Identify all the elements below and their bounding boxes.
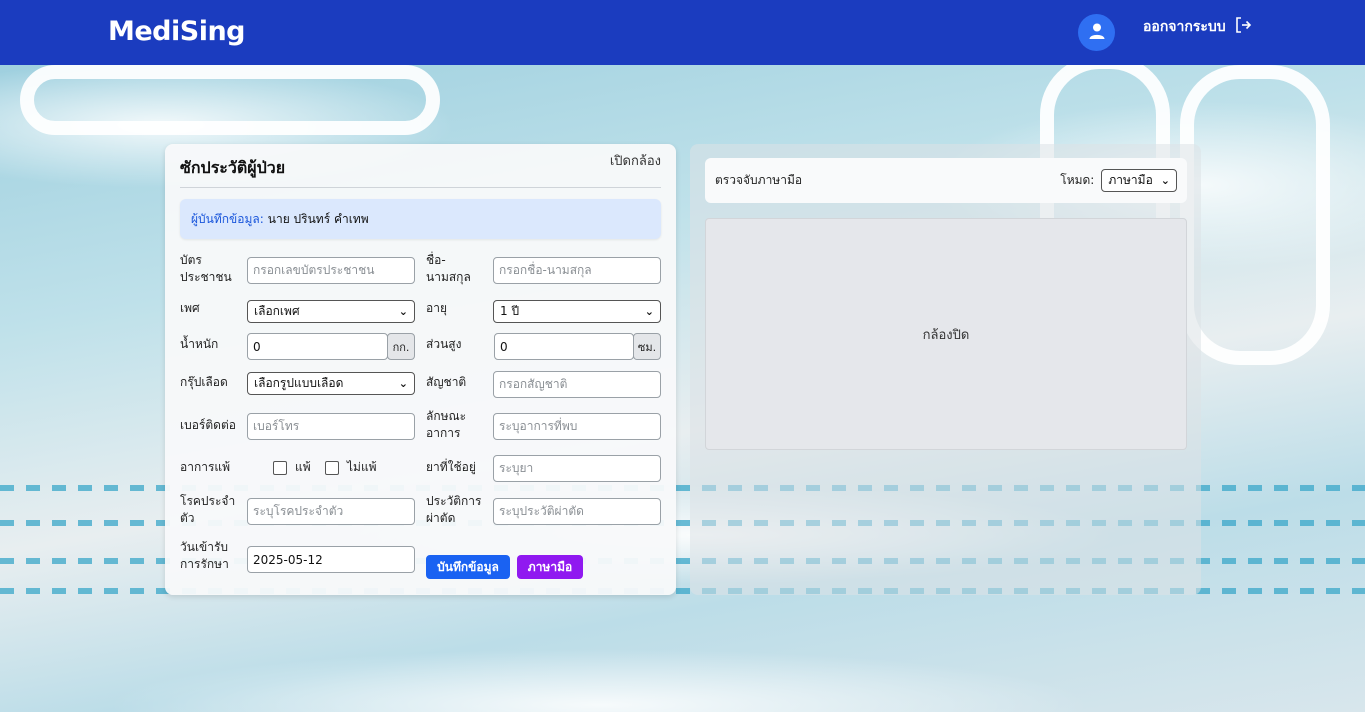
nationality-label: สัญชาติ [426, 375, 467, 389]
chevron-down-icon: ⌄ [398, 377, 408, 390]
symptoms-label: ลักษณะ อาการ [426, 409, 467, 440]
chevron-down-icon: ⌄ [644, 305, 654, 318]
top-navbar: MediSing ออกจากระบบ [0, 0, 1365, 65]
mode-select[interactable]: ภาษามือ ⌄ [1101, 169, 1177, 192]
chevron-down-icon: ⌄ [1160, 174, 1170, 187]
medication-label: ยาที่ใช้อยู่ [426, 460, 476, 474]
recorder-name: นาย ปรินทร์ คำเทพ [267, 211, 369, 226]
chevron-down-icon: ⌄ [398, 305, 408, 318]
weight-input[interactable]: 0 [247, 333, 388, 360]
phone-input[interactable]: เบอร์โทร [247, 413, 415, 440]
patient-form: บัตร ประชาชน กรอกเลขบัตรประชาชน ชื่อ- นามส… [180, 252, 661, 592]
recorder-label: ผู้บันทึกข้อมูล: [191, 211, 264, 226]
height-unit: ซม. [633, 333, 661, 360]
blood-type-label: กรุ๊ปเลือด [180, 375, 228, 389]
weight-unit: กก. [387, 333, 415, 360]
logout-icon [1234, 16, 1252, 38]
user-icon [1088, 22, 1106, 44]
full-name-label: ชื่อ- นามสกุล [426, 253, 471, 284]
page-title: ซักประวัติผู้ป่วย [180, 158, 286, 177]
mode-control: โหมด: ภาษามือ ⌄ [1060, 169, 1177, 192]
allergy-label: อาการแพ้ [180, 460, 231, 474]
admit-date-label: วันเข้ารับ การรักษา [180, 540, 229, 571]
chronic-label: โรคประจำ ตัว [180, 494, 236, 525]
detection-title: ตรวจจับภาษามือ [715, 173, 803, 187]
symptoms-input[interactable]: ระบุอาการที่พบ [493, 413, 661, 440]
blood-type-select[interactable]: เลือกรูปแบบเลือด ⌄ [247, 372, 415, 395]
admit-date-input[interactable]: 2025-05-12 [247, 546, 415, 573]
allergy-yes-label: แพ้ [295, 460, 311, 474]
age-select[interactable]: 1 ปี ⌄ [493, 300, 661, 323]
user-avatar[interactable] [1078, 14, 1115, 51]
surgery-input[interactable]: ระบุประวัติผ่าตัด [493, 498, 661, 525]
gender-label: เพศ [180, 301, 200, 315]
camera-status: กล้องปิด [922, 327, 970, 343]
id-card-input[interactable]: กรอกเลขบัตรประชาชน [247, 257, 415, 284]
age-label: อายุ [426, 301, 447, 315]
chronic-input[interactable]: ระบุโรคประจำตัว [247, 498, 415, 525]
allergy-no-label: ไม่แพ้ [347, 460, 377, 474]
allergy-yes-checkbox[interactable] [273, 461, 287, 475]
card-header: ซักประวัติผู้ป่วย เปิดกล้อง [180, 144, 661, 188]
weight-label: น้ำหนัก [180, 337, 219, 351]
brand-logo[interactable]: MediSing [108, 16, 246, 47]
logout-button[interactable]: ออกจากระบบ [1143, 16, 1252, 38]
recorder-info: ผู้บันทึกข้อมูล: นาย ปรินทร์ คำเทพ [180, 199, 661, 239]
detection-toolbar: ตรวจจับภาษามือ โหมด: ภาษามือ ⌄ [705, 158, 1187, 203]
open-camera-link[interactable]: เปิดกล้อง [610, 150, 661, 171]
id-card-label: บัตร ประชาชน [180, 253, 232, 284]
gender-select[interactable]: เลือกเพศ ⌄ [247, 300, 415, 323]
patient-history-card: ซักประวัติผู้ป่วย เปิดกล้อง ผู้บันทึกข้อ… [165, 144, 676, 595]
sign-detection-card: ตรวจจับภาษามือ โหมด: ภาษามือ ⌄ กล้องปิด [690, 144, 1201, 595]
phone-label: เบอร์ติดต่อ [180, 418, 236, 432]
mode-label: โหมด: [1060, 173, 1095, 187]
camera-preview: กล้องปิด [705, 218, 1187, 450]
height-input[interactable]: 0 [494, 333, 634, 360]
sign-language-button[interactable]: ภาษามือ [517, 555, 583, 579]
height-label: ส่วนสูง [426, 337, 462, 351]
allergy-no-checkbox[interactable] [325, 461, 339, 475]
logout-label: ออกจากระบบ [1143, 19, 1226, 35]
full-name-input[interactable]: กรอกชื่อ-นามสกุล [493, 257, 661, 284]
save-button[interactable]: บันทึกข้อมูล [426, 555, 510, 579]
medication-input[interactable]: ระบุยา [493, 455, 661, 482]
nationality-input[interactable]: กรอกสัญชาติ [493, 371, 661, 398]
surgery-label: ประวัติการ ผ่าตัด [426, 494, 482, 525]
